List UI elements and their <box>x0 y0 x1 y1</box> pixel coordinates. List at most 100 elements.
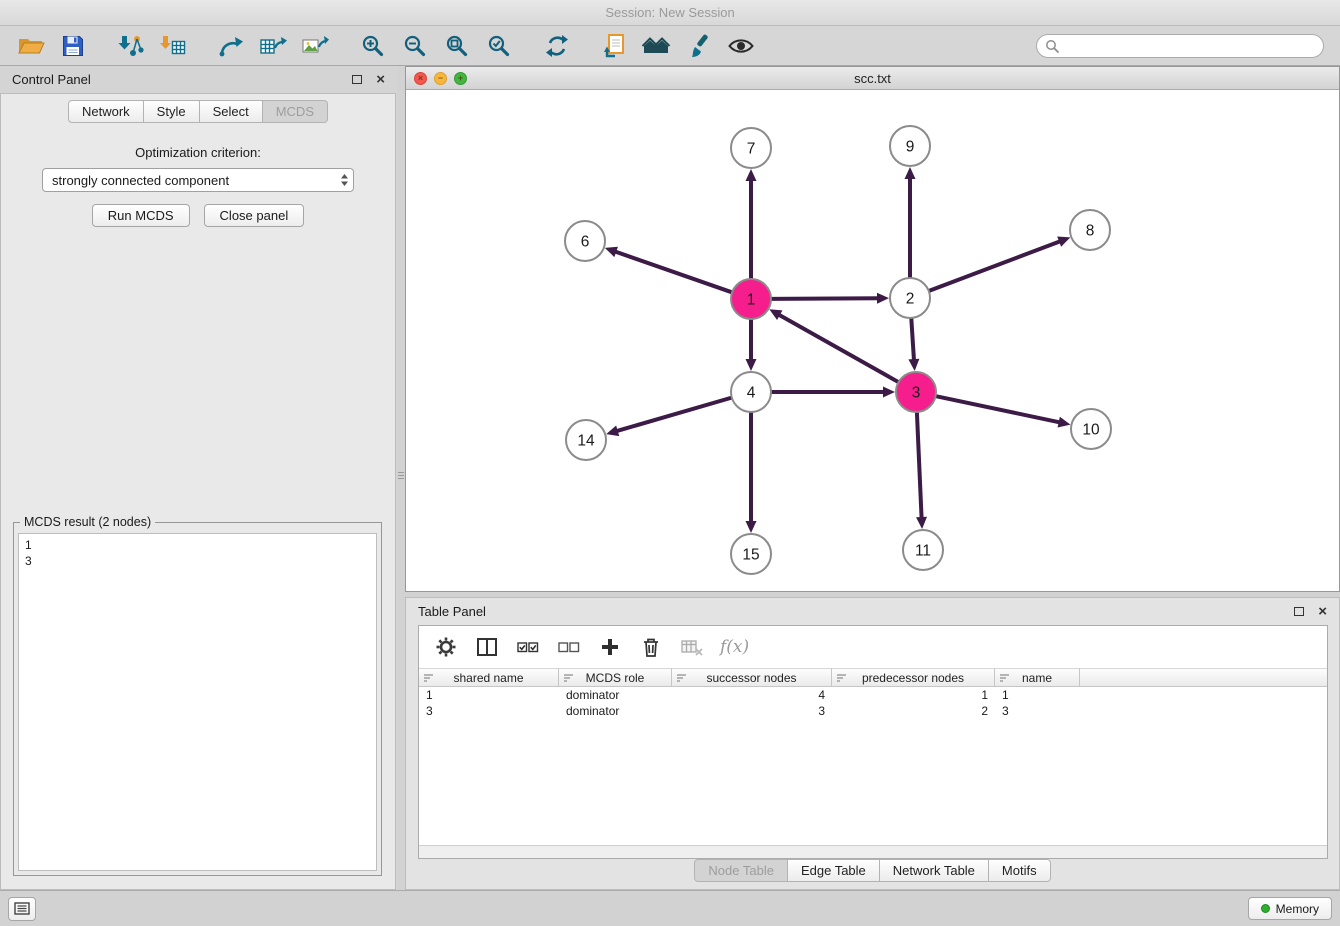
graph-edge-4-14[interactable] <box>616 398 731 431</box>
table-settings-button[interactable] <box>433 634 459 660</box>
zoom-out-button[interactable] <box>394 29 436 63</box>
list-icon <box>14 902 30 915</box>
graph-edge-arrowhead <box>916 517 927 529</box>
control-tab-select[interactable]: Select <box>200 100 263 123</box>
show-hide-button[interactable] <box>720 29 762 63</box>
show-column-panel-button[interactable] <box>474 634 500 660</box>
export-table-button[interactable] <box>252 29 294 63</box>
control-panel-tabs: NetworkStyleSelectMCDS <box>1 100 395 123</box>
node-table: f(x) shared nameMCDS rolesuccessor nodes… <box>418 625 1328 859</box>
column-header-successor-nodes[interactable]: successor nodes <box>672 668 832 687</box>
column-header-MCDS-role[interactable]: MCDS role <box>559 668 672 687</box>
copy-document-button[interactable] <box>594 29 636 63</box>
graph-edge-1-2[interactable] <box>772 298 879 299</box>
column-header-predecessor-nodes[interactable]: predecessor nodes <box>832 668 995 687</box>
table-panel-tabs: Node TableEdge TableNetwork TableMotifs <box>406 859 1339 882</box>
table-tab-motifs[interactable]: Motifs <box>989 859 1051 882</box>
table-tab-edge-table[interactable]: Edge Table <box>788 859 880 882</box>
table-cell: 3 <box>419 704 559 718</box>
sort-icon <box>563 673 574 683</box>
table-hscrollbar[interactable] <box>419 845 1327 858</box>
trash-icon <box>640 636 662 658</box>
graph-edge-1-6[interactable] <box>614 251 731 292</box>
table-row[interactable]: 1dominator411 <box>419 687 1327 703</box>
table-cell: 2 <box>832 704 995 718</box>
float-table-panel-icon[interactable] <box>1294 607 1304 616</box>
close-table-panel-icon[interactable] <box>1318 604 1327 619</box>
float-panel-icon[interactable] <box>352 75 362 84</box>
graph-node-label: 8 <box>1086 223 1095 240</box>
zoom-fit-button[interactable] <box>436 29 478 63</box>
search-icon <box>1045 39 1059 53</box>
mcds-result-title: MCDS result (2 nodes) <box>20 515 155 529</box>
graph-node-label: 6 <box>581 234 590 251</box>
import-network-file-button[interactable] <box>110 29 152 63</box>
graph-edge-2-8[interactable] <box>930 241 1061 291</box>
delete-column-button[interactable] <box>638 634 664 660</box>
optimization-criterion-label: Optimization criterion: <box>1 145 395 160</box>
graph-edge-3-11[interactable] <box>917 413 922 519</box>
style-brush-button[interactable] <box>678 29 720 63</box>
open-session-button[interactable] <box>10 29 52 63</box>
create-column-button[interactable] <box>597 634 623 660</box>
close-panel-icon[interactable] <box>376 72 385 87</box>
table-panel-header: Table Panel <box>406 598 1339 625</box>
zoom-out-icon <box>403 34 427 58</box>
maximize-window-icon[interactable] <box>454 72 467 85</box>
import-table-file-button[interactable] <box>152 29 194 63</box>
table-row[interactable]: 3dominator323 <box>419 703 1327 719</box>
mcds-result-line: 3 <box>19 553 376 569</box>
graph-node-label: 9 <box>906 139 915 156</box>
close-window-icon[interactable] <box>414 72 427 85</box>
zoom-in-button[interactable] <box>352 29 394 63</box>
close-panel-button[interactable]: Close panel <box>204 204 305 227</box>
deselect-all-columns-button[interactable] <box>556 634 582 660</box>
control-panel-header: Control Panel <box>0 66 397 93</box>
control-panel-title: Control Panel <box>12 72 91 87</box>
document-arrow-icon <box>603 33 627 59</box>
refresh-layout-button[interactable] <box>536 29 578 63</box>
panel-splitter[interactable] <box>397 462 405 488</box>
table-header-row: shared nameMCDS rolesuccessor nodesprede… <box>419 668 1327 687</box>
delete-table-button[interactable] <box>679 634 705 660</box>
export-image-button[interactable] <box>294 29 336 63</box>
column-header-shared-name[interactable]: shared name <box>419 668 559 687</box>
table-panel: Table Panel <box>405 597 1340 890</box>
show-panels-button[interactable] <box>8 897 36 921</box>
select-all-columns-button[interactable] <box>515 634 541 660</box>
memory-button[interactable]: Memory <box>1248 897 1332 920</box>
mcds-result-list[interactable]: 13 <box>18 533 377 871</box>
table-cell: dominator <box>559 688 672 702</box>
minimize-window-icon[interactable] <box>434 72 447 85</box>
run-mcds-button[interactable]: Run MCDS <box>92 204 190 227</box>
home-button[interactable] <box>636 29 678 63</box>
table-arrow-icon <box>259 34 287 58</box>
control-tab-network[interactable]: Network <box>68 100 144 123</box>
graph-edge-arrowhead <box>606 426 619 437</box>
mcds-result-line: 1 <box>19 534 376 553</box>
network-window-titlebar: scc.txt <box>406 67 1339 90</box>
save-session-button[interactable] <box>52 29 94 63</box>
table-tab-network-table[interactable]: Network Table <box>880 859 989 882</box>
curved-arrow-icon <box>218 34 244 58</box>
sort-icon <box>836 673 847 683</box>
zoom-selected-button[interactable] <box>478 29 520 63</box>
graph-edge-2-3[interactable] <box>911 319 914 361</box>
search-input[interactable] <box>1064 39 1315 53</box>
table-tab-node-table[interactable]: Node Table <box>694 859 788 882</box>
criterion-dropdown[interactable]: strongly connected component <box>42 168 354 192</box>
unchecked-boxes-icon <box>558 639 580 655</box>
import-network-url-button[interactable] <box>210 29 252 63</box>
graph-edge-3-10[interactable] <box>937 396 1061 422</box>
network-canvas[interactable]: 7968124314101511 <box>406 90 1339 591</box>
network-graph: 7968124314101511 <box>406 90 1339 590</box>
control-tab-style[interactable]: Style <box>144 100 200 123</box>
control-tab-mcds[interactable]: MCDS <box>263 100 328 123</box>
delete-table-icon <box>680 636 704 658</box>
function-builder-button[interactable]: f(x) <box>720 637 749 657</box>
table-cell: 1 <box>419 688 559 702</box>
graph-edge-3-1[interactable] <box>778 314 898 381</box>
graph-edge-arrowhead <box>908 359 919 371</box>
table-toolbar: f(x) <box>419 626 1327 668</box>
column-header-name[interactable]: name <box>995 668 1080 687</box>
